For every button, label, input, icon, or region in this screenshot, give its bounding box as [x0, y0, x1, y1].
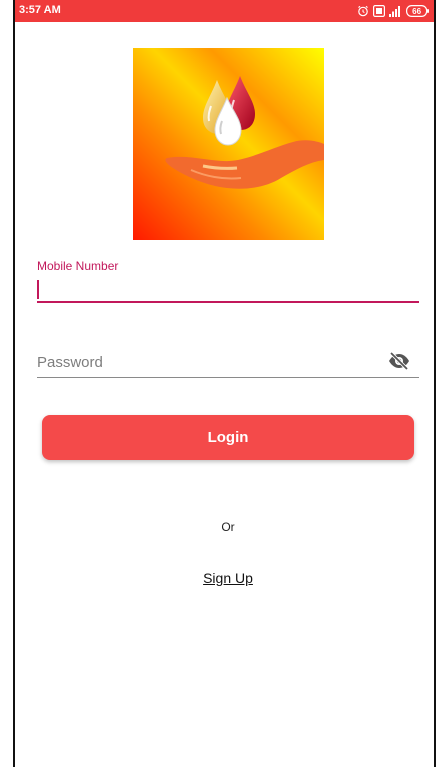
device-frame-left — [13, 0, 15, 767]
text-cursor — [37, 280, 39, 299]
mobile-number-label: Mobile Number — [37, 259, 119, 273]
battery-level: 66 — [412, 7, 421, 16]
password-underline — [37, 377, 419, 378]
status-icons: 66 — [357, 3, 430, 19]
status-bar: 3:57 AM 66 — [15, 0, 434, 22]
or-separator: Or — [221, 520, 235, 534]
device-frame-right — [434, 0, 436, 767]
login-button[interactable]: Login — [42, 415, 414, 460]
password-input[interactable] — [37, 350, 377, 374]
signal-icon — [389, 5, 402, 17]
battery-icon: 66 — [406, 5, 430, 17]
eye-off-icon[interactable] — [388, 352, 410, 370]
status-time: 3:57 AM — [19, 4, 61, 16]
blood-drops-hand-logo — [133, 48, 324, 240]
data-icon — [373, 5, 385, 17]
login-screen: 3:57 AM 66 Mobile Number Login Or Sign U… — [0, 0, 438, 767]
sign-up-link[interactable]: Sign Up — [0, 570, 438, 586]
alarm-icon — [357, 5, 369, 17]
mobile-number-underline — [37, 301, 419, 303]
mobile-number-input[interactable] — [37, 276, 419, 300]
